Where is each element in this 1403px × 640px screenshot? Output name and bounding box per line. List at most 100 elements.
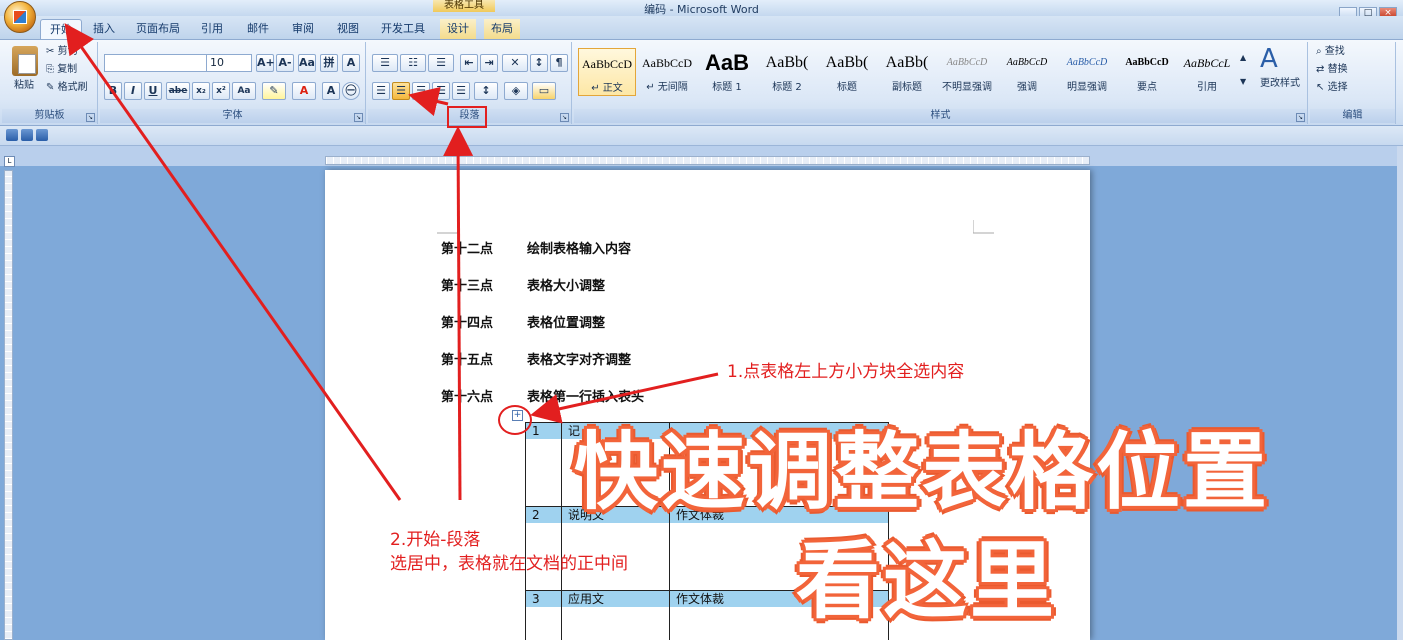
borders-icon[interactable]: ▭ bbox=[532, 82, 556, 100]
font-color-icon[interactable]: A bbox=[292, 82, 316, 100]
style-tile[interactable]: AaBb(副标题 bbox=[878, 48, 936, 96]
sort-icon[interactable]: ↕ bbox=[530, 54, 548, 72]
change-case-icon[interactable]: Aa bbox=[232, 82, 256, 100]
font-size-combo[interactable]: 10 bbox=[206, 54, 252, 72]
align-center-icon[interactable]: ☰ bbox=[392, 82, 410, 100]
italic-icon[interactable]: I bbox=[124, 82, 142, 100]
enclose-char-icon[interactable]: ㊀ bbox=[342, 82, 360, 100]
quick-access-toolbar bbox=[0, 126, 1403, 146]
style-tile[interactable]: AaBbCcD 不明显强调 bbox=[938, 48, 996, 96]
grow-font-icon[interactable]: A+ bbox=[256, 54, 275, 72]
select-button[interactable]: ↖ 选择 bbox=[1316, 80, 1348, 96]
replace-button[interactable]: ⇄ 替换 bbox=[1316, 62, 1348, 78]
font-name-combo[interactable] bbox=[104, 54, 208, 72]
redo-icon[interactable] bbox=[36, 129, 48, 141]
overlay-headline: 快速调整表格位置 bbox=[574, 423, 1271, 521]
numbering-icon[interactable]: ☷ bbox=[400, 54, 426, 72]
shrink-font-icon[interactable]: A- bbox=[276, 54, 294, 72]
title-bar: 编码 - Microsoft Word 表格工具 _ □ × bbox=[0, 0, 1403, 19]
change-styles-button[interactable]: 更改样式 bbox=[1260, 76, 1300, 92]
tab-table-layout[interactable]: 布局 bbox=[484, 19, 520, 39]
style-tile[interactable]: AaBbCcD ↵ 正文 bbox=[578, 48, 636, 96]
decrease-indent-icon[interactable]: ⇤ bbox=[460, 54, 478, 72]
clear-format-icon[interactable]: Aa bbox=[298, 54, 316, 72]
tab-table-design[interactable]: 设计 bbox=[440, 19, 476, 39]
margin-corner-mark bbox=[437, 220, 459, 234]
bullets-icon[interactable]: ☰ bbox=[372, 54, 398, 72]
window-title: 编码 - Microsoft Word bbox=[644, 3, 759, 16]
asian-layout-icon[interactable]: ✕ bbox=[502, 54, 528, 72]
tab-page-layout[interactable]: 页面布局 bbox=[130, 19, 186, 39]
vertical-scrollbar[interactable] bbox=[1397, 146, 1403, 640]
tab-mailings[interactable]: 邮件 bbox=[240, 19, 276, 39]
horizontal-ruler[interactable] bbox=[325, 156, 1090, 165]
align-left-icon[interactable]: ☰ bbox=[372, 82, 390, 100]
align-right-icon[interactable]: ☰ bbox=[412, 82, 430, 100]
save-icon[interactable] bbox=[6, 129, 18, 141]
table-cell[interactable]: 3 bbox=[525, 590, 562, 640]
dialog-launcher-icon[interactable]: ↘ bbox=[1296, 113, 1305, 122]
tab-selector-icon[interactable]: L bbox=[4, 156, 15, 167]
styles-more-icon[interactable]: ▼ bbox=[1240, 74, 1254, 90]
show-marks-icon[interactable]: ¶ bbox=[550, 54, 568, 72]
tab-home[interactable]: 开始 bbox=[40, 19, 82, 39]
dialog-launcher-icon[interactable]: ↘ bbox=[354, 113, 363, 122]
paste-button[interactable]: 粘贴 bbox=[14, 78, 34, 94]
style-tile[interactable]: AaBbCcL 引用 bbox=[1178, 48, 1236, 96]
shading-icon[interactable]: ◈ bbox=[504, 82, 528, 100]
styles-group: AaBbCcD ↵ 正文 AaBbCcD ↵ 无间隔 AaB 标题 1 AaBb(标题… bbox=[574, 42, 1308, 124]
style-tile[interactable]: AaBb(标题 2 bbox=[758, 48, 816, 96]
distributed-icon[interactable]: ☰ bbox=[452, 82, 470, 100]
undo-icon[interactable] bbox=[21, 129, 33, 141]
style-tile[interactable]: AaBb(标题 bbox=[818, 48, 876, 96]
bold-icon[interactable]: B bbox=[104, 82, 122, 100]
table-cell[interactable]: 应用文 bbox=[561, 590, 670, 640]
style-tile[interactable]: AaBbCcD 明显强调 bbox=[1058, 48, 1116, 96]
line-spacing-icon[interactable]: ↕ bbox=[474, 82, 498, 100]
multilevel-list-icon[interactable]: ☰ bbox=[428, 54, 454, 72]
find-button[interactable]: ⌕ 查找 bbox=[1316, 44, 1345, 60]
tab-references[interactable]: 引用 bbox=[194, 19, 230, 39]
dialog-launcher-icon[interactable]: ↘ bbox=[560, 113, 569, 122]
copy-icon: ⎘ bbox=[46, 64, 54, 75]
tab-view[interactable]: 视图 bbox=[330, 19, 366, 39]
margin-corner-mark bbox=[973, 220, 994, 234]
document-line: 第十六点 表格第一行插入表头 bbox=[441, 390, 645, 405]
style-tile[interactable]: AaBbCcD ↵ 无间隔 bbox=[638, 48, 696, 96]
strikethrough-icon[interactable]: abe bbox=[166, 82, 190, 100]
format-painter-button[interactable]: ✎ 格式刷 bbox=[46, 80, 88, 96]
superscript-icon[interactable]: x² bbox=[212, 82, 230, 100]
dialog-launcher-icon[interactable]: ↘ bbox=[86, 113, 95, 122]
office-button[interactable] bbox=[4, 1, 36, 33]
style-tile[interactable]: AaBbCcD 要点 bbox=[1118, 48, 1176, 96]
style-tile[interactable]: AaB 标题 1 bbox=[698, 48, 756, 96]
increase-indent-icon[interactable]: ⇥ bbox=[480, 54, 498, 72]
change-styles-icon[interactable]: A bbox=[1260, 44, 1278, 74]
font-group: 10 A+ A- Aa 拼 A B I U abe x₂ x² Aa ✎ A A… bbox=[100, 42, 366, 124]
ribbon-tabs: 开始 插入 页面布局 引用 邮件 审阅 视图 开发工具 设计 布局 bbox=[0, 16, 1403, 40]
vertical-ruler[interactable] bbox=[4, 170, 13, 640]
char-border-icon[interactable]: A bbox=[342, 54, 360, 72]
phonetic-icon[interactable]: 拼 bbox=[320, 54, 338, 72]
table-cell[interactable]: 1 bbox=[525, 422, 562, 507]
office-logo-icon bbox=[13, 10, 27, 24]
move-handle-icon[interactable]: + bbox=[512, 410, 523, 421]
editing-group-label: 编辑 bbox=[1310, 109, 1395, 123]
copy-button[interactable]: ⎘ 复制 bbox=[46, 62, 77, 78]
highlight-icon[interactable]: ✎ bbox=[262, 82, 286, 100]
cut-button[interactable]: ✂ 剪切 bbox=[46, 44, 78, 60]
styles-scroll-icon[interactable]: ▲ bbox=[1240, 50, 1254, 66]
char-shading-icon[interactable]: A bbox=[322, 82, 340, 100]
tab-review[interactable]: 审阅 bbox=[285, 19, 321, 39]
underline-icon[interactable]: U bbox=[144, 82, 162, 100]
subscript-icon[interactable]: x₂ bbox=[192, 82, 210, 100]
cursor-icon: ↖ bbox=[1316, 82, 1325, 93]
style-tile[interactable]: AaBbCcD 强调 bbox=[998, 48, 1056, 96]
tab-insert[interactable]: 插入 bbox=[86, 19, 122, 39]
tab-developer[interactable]: 开发工具 bbox=[375, 19, 431, 39]
document-line: 第十四点 表格位置调整 bbox=[441, 316, 606, 331]
document-line: 第十五点 表格文字对齐调整 bbox=[441, 353, 632, 368]
annotation-step-1: 1.点表格左上方小方块全选内容 bbox=[727, 362, 965, 382]
paste-icon[interactable] bbox=[12, 46, 38, 76]
justify-icon[interactable]: ☰ bbox=[432, 82, 450, 100]
